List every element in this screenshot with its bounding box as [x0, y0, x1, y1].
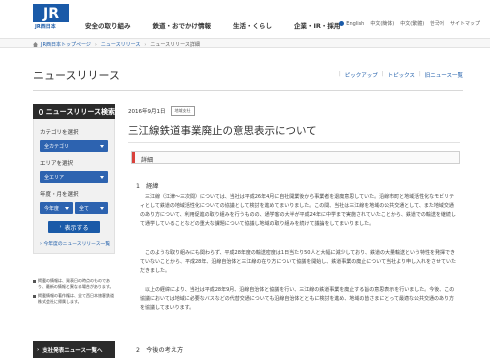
jr-west-logo[interactable]: JR JR西日本 — [33, 4, 71, 34]
accent-bar — [132, 152, 135, 163]
chevron-down-icon — [100, 175, 104, 179]
detail-label: 詳細 — [141, 157, 154, 164]
globe-icon — [339, 21, 345, 26]
period-selects: 今年度 全て — [40, 202, 108, 214]
lang-ko[interactable]: 한국어 — [430, 20, 444, 27]
month-select[interactable]: 全て — [75, 202, 108, 214]
search-sidebar: ニュースリリース検索 カテゴリを選択 全カテゴリ エリアを選択 全エリア 年度・… — [33, 104, 115, 254]
topics-link[interactable]: トピックス — [388, 71, 415, 79]
nav-railway[interactable]: 鉄道・おでかけ情報 — [153, 20, 212, 30]
breadcrumb-separator: › — [144, 41, 147, 48]
release-date: 2016年9月1日 — [128, 109, 166, 115]
jr-logo-icon: JR — [33, 4, 69, 22]
search-panel-heading: ニュースリリース検索 — [33, 104, 115, 119]
lang-zh-cn[interactable]: 中文(簡体) — [370, 20, 394, 27]
pickup-link[interactable]: ピックアップ — [345, 71, 378, 79]
article-title: 三江線鉄道事業廃止の意思表示について — [128, 125, 317, 137]
bullet-icon — [33, 294, 36, 298]
year-select[interactable]: 今年度 — [40, 202, 73, 214]
logo-subtitle: JR西日本 — [35, 24, 56, 30]
sidebar-notes: 掲載の情報は、発表日の時点のものであり、最新の情報と異なる場合があります。 掲載… — [33, 278, 115, 308]
category-select[interactable]: 全カテゴリ — [40, 140, 108, 152]
lang-zh-tw[interactable]: 中文(繁體) — [400, 20, 424, 27]
show-results-button[interactable]: › 表示する — [48, 221, 100, 233]
nav-safety[interactable]: 安全の取り組み — [85, 20, 131, 30]
paragraph: このような取り組みにも関わらず、平成28年度の輸送密度は1日当たり50人と大幅に… — [140, 250, 456, 274]
category-label: カテゴリを選択 — [40, 130, 79, 136]
section-heading-background: 1 経緯 — [136, 183, 159, 190]
paragraph: 以上の経緯により、当社は平成28年9月、沿線自治体と協議を行い、三江線の鉄道事業… — [140, 287, 455, 311]
bullet-icon — [33, 279, 36, 283]
detail-header: 詳細 — [131, 151, 460, 164]
section-heading-future: 2 今後の考え方 — [136, 347, 184, 354]
site-header: JR JR西日本 安全の取り組み 鉄道・おでかけ情報 生活・くらし 企業・IR・… — [0, 0, 490, 36]
archive-link[interactable]: 旧ニュース一覧 — [425, 71, 463, 79]
title-links: | ピックアップ | トピックス | 旧ニュース一覧 — [338, 71, 463, 79]
note-item: 掲載情報の著作権は、全て西日本旅客鉄道株式会社に帰属します。 — [33, 293, 115, 305]
nav-life[interactable]: 生活・くらし — [233, 20, 272, 30]
article-meta: 2016年9月1日 地域支社 — [128, 106, 195, 116]
svg-text:JR: JR — [42, 6, 59, 22]
breadcrumb: JR西日本トップページ › ニュースリリース › ニュースリリース詳細 — [33, 41, 200, 48]
category-badge: 地域支社 — [170, 106, 195, 116]
area-label: エリアを選択 — [40, 161, 74, 167]
page-title: ニュースリリース — [33, 69, 120, 82]
search-form: カテゴリを選択 全カテゴリ エリアを選択 全エリア 年度・月を選択 今年度 全て… — [33, 119, 115, 254]
chevron-right-icon: › — [59, 224, 62, 230]
chevron-down-icon — [65, 206, 69, 210]
area-select[interactable]: 全エリア — [40, 171, 108, 183]
note-item: 掲載の情報は、発表日の時点のものであり、最新の情報と異なる場合があります。 — [33, 278, 115, 290]
lang-english[interactable]: English — [339, 21, 364, 27]
breadcrumb-separator: › — [94, 41, 97, 48]
utility-links: English 中文(簡体) 中文(繁體) 한국어 サイトマップ — [333, 20, 480, 27]
article-divider — [128, 142, 460, 143]
period-label: 年度・月を選択 — [40, 192, 79, 198]
chevron-down-icon — [100, 206, 104, 210]
breadcrumb-bar: JR西日本トップページ › ニュースリリース › ニュースリリース詳細 — [0, 38, 490, 48]
sitemap-link[interactable]: サイトマップ — [450, 20, 480, 27]
title-divider — [33, 90, 463, 91]
paragraph: 三江線（江津～三次間）については、当社は平成26年4月に自社開業後から事業者を退… — [140, 194, 456, 227]
search-icon — [39, 108, 43, 115]
branch-news-banner[interactable]: › 支社発表ニュース一覧へ — [33, 341, 115, 358]
past-releases-link[interactable]: › 今年度のニュースリリース一覧 — [40, 240, 110, 247]
breadcrumb-home[interactable]: JR西日本トップページ — [41, 41, 91, 48]
global-nav: 安全の取り組み 鉄道・おでかけ情報 生活・くらし 企業・IR・採用 — [85, 20, 362, 30]
chevron-right-icon: › — [37, 346, 40, 353]
breadcrumb-section[interactable]: ニュースリリース — [101, 41, 141, 48]
breadcrumb-current: ニュースリリース詳細 — [150, 42, 200, 48]
chevron-down-icon — [100, 144, 104, 148]
home-icon — [33, 42, 38, 47]
